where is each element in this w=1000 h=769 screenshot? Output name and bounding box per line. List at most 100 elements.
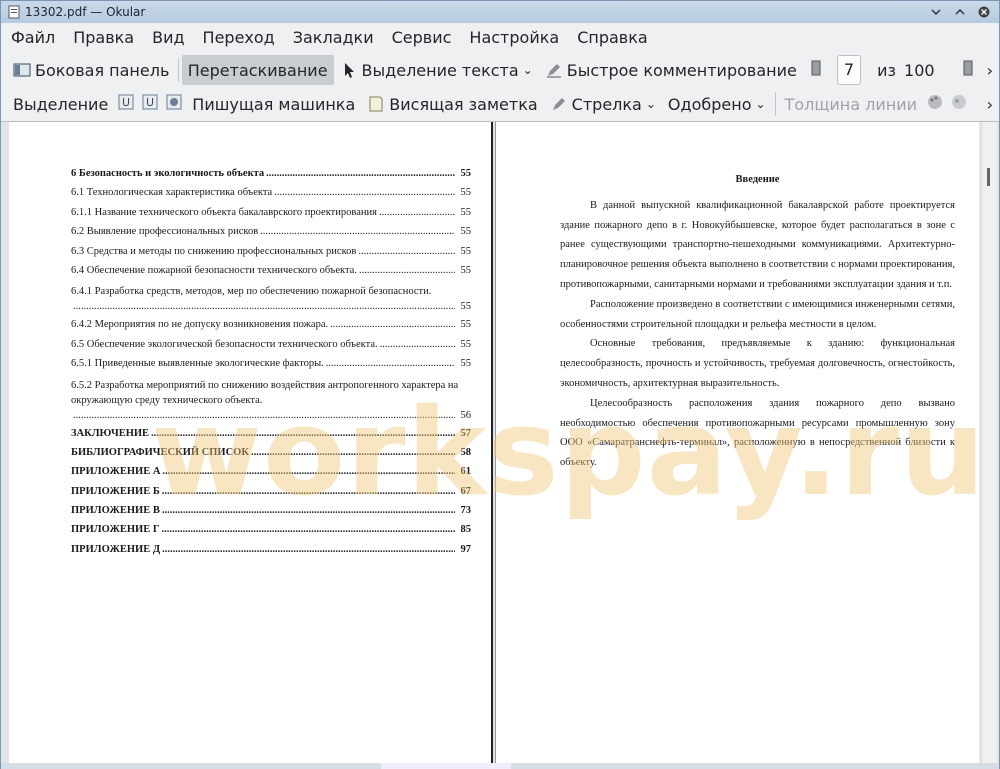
toc-entry: ПРИЛОЖЕНИЕ В 73 xyxy=(71,505,471,524)
toc-page-number: 55 xyxy=(460,301,472,313)
sidebar-icon xyxy=(13,61,31,79)
horizontal-scrollbar[interactable] xyxy=(1,763,999,769)
toc-entry-title: 6.1.1 Название технического объекта бака… xyxy=(71,206,377,218)
toolbar-overflow-button[interactable]: › xyxy=(981,55,999,85)
toolbar-overflow-button[interactable]: › xyxy=(981,89,999,119)
toc-entry: 6.5 Обеспечение экологической безопаснос… xyxy=(71,339,471,358)
text-select-button[interactable]: Выделение текста ⌄ xyxy=(334,55,539,85)
menu-edit[interactable]: Правка xyxy=(63,28,142,47)
toc-entry-title: ПРИЛОЖЕНИЕ Д xyxy=(71,543,161,555)
toc-leader-dots xyxy=(162,486,455,497)
note-tool[interactable]: Висящая заметка xyxy=(361,89,543,119)
toc-entry: 6.2 Выявление профессиональных рисков 55 xyxy=(71,226,471,245)
maximize-icon[interactable] xyxy=(951,3,969,21)
typewriter-tool[interactable]: Пишущая машинка xyxy=(186,89,361,119)
menu-tools[interactable]: Сервис xyxy=(382,28,460,47)
note-icon xyxy=(367,95,385,113)
sidebar-button[interactable]: Боковая панель xyxy=(7,55,175,85)
scrollbar-thumb[interactable] xyxy=(987,168,990,186)
toc-entry: 6.5.1 Приведенные выявленные экологическ… xyxy=(71,358,471,377)
approved-stamp-select[interactable]: Одобрено ⌄ xyxy=(662,89,772,119)
toc-page-number: 55 xyxy=(460,206,472,218)
toc-entry-title: 6.5 Обеспечение экологической безопаснос… xyxy=(71,338,378,350)
intro-paragraph: Расположение произведено в соответствии … xyxy=(560,298,955,330)
toc-entry-title: 6 Безопасность и экологичность объекта xyxy=(71,168,265,179)
sidebar-label: Боковая панель xyxy=(35,60,170,80)
intro-paragraph: Основные требования, предъявляемые к зда… xyxy=(560,338,955,389)
opacity-tool[interactable] xyxy=(947,89,971,119)
cursor-icon xyxy=(340,61,358,79)
toc-page-number: 55 xyxy=(460,226,472,238)
toc-page-number: 56 xyxy=(460,409,472,421)
toc-leader-dots xyxy=(73,408,455,424)
intro-paragraph: В данной выпускной квалификационной бака… xyxy=(560,199,955,290)
menu-file[interactable]: Файл xyxy=(1,28,63,47)
document-view[interactable]: 6 Безопасность и экологичность объекта 55… xyxy=(1,121,999,766)
toc-entry-title: 6.2 Выявление профессиональных рисков xyxy=(71,226,259,238)
chevron-right-icon: › xyxy=(986,60,993,80)
toc-leader-dots xyxy=(359,265,455,276)
highlight-tool[interactable]: Выделение xyxy=(7,89,114,119)
toc-entry: 6.4.2 Мероприятия по не допуску возникно… xyxy=(71,319,471,338)
toc-entry: ПРИЛОЖЕНИЕ Г 85 xyxy=(71,524,471,543)
menu-view[interactable]: Вид xyxy=(142,28,192,47)
close-icon[interactable] xyxy=(975,3,993,21)
previous-page-button[interactable] xyxy=(803,55,829,85)
introduction-section: Введение В данной выпускной квалификацио… xyxy=(560,170,955,473)
toc-entry-title: ЗАКЛЮЧЕНИЕ xyxy=(71,427,150,439)
toc-page-number: 55 xyxy=(460,187,472,199)
toc-page-number: 57 xyxy=(460,427,472,439)
svg-text:U: U xyxy=(122,96,130,109)
menu-help[interactable]: Справка xyxy=(567,28,656,47)
toc-page-number: 61 xyxy=(460,466,472,478)
toc-entry: ПРИЛОЖЕНИЕ Б 67 xyxy=(71,486,471,505)
toc-leader-dots xyxy=(326,358,455,369)
toc-leader-dots xyxy=(162,466,455,477)
toc-page-number: 73 xyxy=(460,505,472,517)
main-toolbar: Боковая панель Перетаскивание Выделение … xyxy=(1,53,999,87)
toc-entry-title: 6.1 Технологическая характеристика объек… xyxy=(71,187,273,199)
okular-window: 13302.pdf — Okular Файл Правка Вид Перех… xyxy=(0,0,1000,769)
toc-page-number: 97 xyxy=(460,543,472,555)
stamp-tool[interactable] xyxy=(162,89,186,119)
menu-go[interactable]: Переход xyxy=(193,28,283,47)
toc-entry: 6.3 Средства и методы по снижению профес… xyxy=(71,246,471,265)
quick-comment-button[interactable]: Быстрое комментирование xyxy=(539,55,803,85)
drag-label: Перетаскивание xyxy=(187,60,328,80)
toc-leader-dots xyxy=(379,207,455,218)
next-page-button[interactable] xyxy=(955,55,981,85)
scrollbar-thumb[interactable] xyxy=(381,763,511,769)
underline-icon: U xyxy=(118,94,134,114)
highlight-label: Выделение xyxy=(13,94,109,114)
typewriter-label: Пишущая машинка xyxy=(192,94,356,114)
menu-settings[interactable]: Настройка xyxy=(459,28,567,47)
arrow-tool[interactable]: Стрелка ⌄ xyxy=(544,89,662,119)
line-width-label: Толщина линии xyxy=(784,94,918,114)
toc-entry: 6.1 Технологическая характеристика объек… xyxy=(71,187,471,206)
window-title: 13302.pdf — Okular xyxy=(25,5,146,19)
color-tool[interactable] xyxy=(923,89,947,119)
toc-entry: ЗАКЛЮЧЕНИЕ 57 xyxy=(71,428,471,447)
line-width-tool[interactable]: Толщина линии xyxy=(779,89,924,119)
toc-entry: 6.4 Обеспечение пожарной безопасности те… xyxy=(71,265,471,284)
toc-page-number: 55 xyxy=(460,245,472,257)
squiggle-tool[interactable]: U xyxy=(138,89,162,119)
annotation-toolbar: Выделение U U Пишущая машинка Висящая за… xyxy=(1,87,999,121)
minimize-icon[interactable] xyxy=(927,3,945,21)
table-of-contents: 6 Безопасность и экологичность объекта 55… xyxy=(71,168,471,563)
menu-bookmarks[interactable]: Закладки xyxy=(283,28,382,47)
okular-app-icon xyxy=(7,5,21,19)
chevron-down-icon[interactable]: ⌄ xyxy=(755,97,765,111)
toc-leader-dots xyxy=(274,187,455,198)
toc-entry: ПРИЛОЖЕНИЕ А 61 xyxy=(71,466,471,485)
vertical-scrollbar[interactable] xyxy=(983,122,997,766)
page-number-input[interactable]: 7 xyxy=(836,55,862,85)
drag-tool-button[interactable]: Перетаскивание xyxy=(181,55,334,85)
chevron-down-icon[interactable]: ⌄ xyxy=(646,97,656,111)
chevron-down-icon[interactable]: ⌄ xyxy=(523,63,533,77)
toc-leader-dots xyxy=(73,299,455,315)
underline-tool[interactable]: U xyxy=(114,89,138,119)
opacity-icon xyxy=(950,93,968,115)
toc-entry-title: 6.4 Обеспечение пожарной безопасности те… xyxy=(71,264,357,276)
pen-icon xyxy=(545,61,563,79)
